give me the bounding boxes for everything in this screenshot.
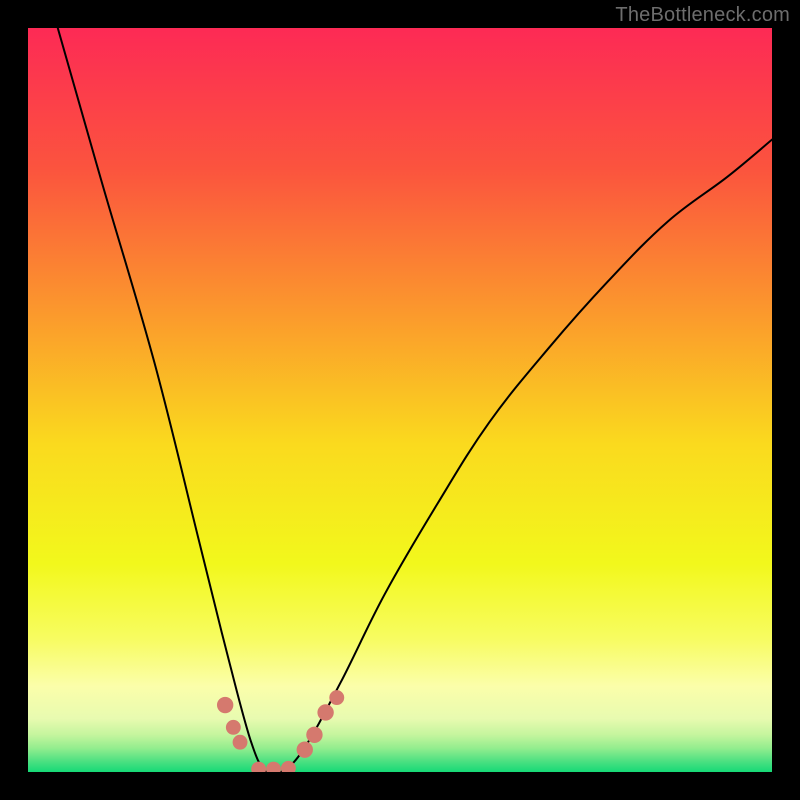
- watermark-text: TheBottleneck.com: [615, 4, 790, 27]
- curve-marker: [226, 720, 241, 735]
- curve-marker: [317, 704, 333, 720]
- curve-marker: [306, 727, 322, 743]
- chart-frame: TheBottleneck.com: [0, 0, 800, 800]
- curve-layer: [28, 28, 772, 772]
- curve-markers: [217, 690, 344, 772]
- curve-marker: [251, 762, 266, 772]
- curve-marker: [297, 741, 313, 757]
- curve-marker: [329, 690, 344, 705]
- curve-marker: [266, 762, 281, 772]
- bottleneck-curve: [58, 28, 772, 772]
- plot-area: [28, 28, 772, 772]
- curve-marker: [217, 697, 233, 713]
- curve-marker: [233, 735, 248, 750]
